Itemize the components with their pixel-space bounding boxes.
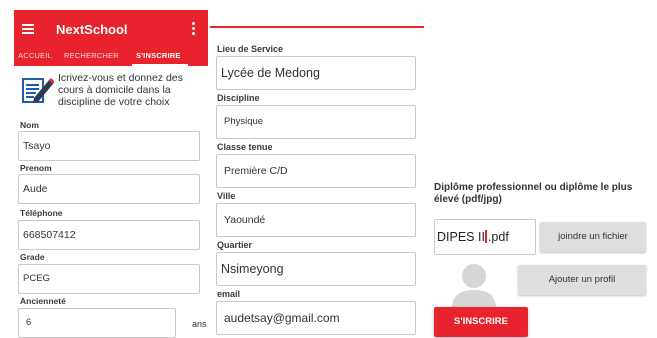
- classe-label: Classe tenue: [217, 142, 273, 152]
- nom-input[interactable]: Tsayo: [18, 131, 200, 161]
- tab-bar: ACCUEIL RECHERCHER S'INSCRIRE: [14, 48, 208, 66]
- app-bar: NextSchool: [14, 10, 208, 48]
- signup-screen-part3: Diplôme professionnel ou diplôme le plus…: [428, 170, 657, 338]
- avatar-placeholder-icon: [452, 264, 496, 308]
- grade-input[interactable]: PCEG: [18, 264, 200, 294]
- tab-accueil[interactable]: ACCUEIL: [18, 51, 52, 60]
- intro-text: Icrivez-vous et donnez des cours à domic…: [58, 72, 183, 108]
- telephone-input[interactable]: 668507412: [18, 220, 200, 250]
- diploma-file-input[interactable]: DIPES II .pdf: [434, 219, 536, 255]
- tab-sinscrire[interactable]: S'INSCRIRE: [136, 51, 181, 60]
- classe-input[interactable]: Première C/D: [216, 154, 416, 188]
- grade-label: Grade: [20, 252, 45, 262]
- anciennete-input[interactable]: 6: [18, 308, 176, 338]
- prenom-input[interactable]: Aude: [18, 174, 200, 204]
- discipline-label: Discipline: [217, 93, 260, 103]
- tab-rechercher[interactable]: RECHERCHER: [64, 51, 119, 60]
- anciennete-suffix: ans: [192, 319, 207, 329]
- active-tab-indicator: [132, 64, 188, 66]
- quartier-input[interactable]: Nsimeyong: [216, 252, 416, 286]
- form-pencil-icon: [22, 78, 54, 103]
- lieu-input[interactable]: Lycée de Medong: [216, 56, 416, 90]
- diploma-title: Diplôme professionnel ou diplôme le plus…: [434, 182, 633, 205]
- prenom-label: Prenom: [20, 163, 52, 173]
- file-name-before-cursor: DIPES II: [437, 230, 485, 244]
- nom-label: Nom: [20, 120, 39, 130]
- top-red-line: [210, 26, 424, 28]
- discipline-input[interactable]: Physique: [216, 105, 416, 139]
- signup-submit-button[interactable]: S'INSCRIRE: [434, 307, 528, 337]
- anciennete-label: Ancienneté: [20, 296, 66, 306]
- signup-screen-part1: NextSchool ACCUEIL RECHERCHER S'INSCRIRE…: [14, 10, 208, 338]
- app-title: NextSchool: [56, 22, 128, 37]
- email-label: email: [217, 289, 241, 299]
- email-input[interactable]: audetsay@gmail.com: [216, 301, 416, 335]
- telephone-label: Téléphone: [20, 208, 63, 218]
- quartier-label: Quartier: [217, 240, 253, 250]
- add-profile-button[interactable]: Ajouter un profil: [518, 265, 646, 295]
- file-name-after-cursor: .pdf: [487, 230, 509, 244]
- attach-file-button[interactable]: joindre un fichier: [540, 222, 646, 252]
- lieu-label: Lieu de Service: [217, 44, 284, 54]
- ville-label: Ville: [217, 191, 236, 201]
- ville-input[interactable]: Yaoundé: [216, 203, 416, 237]
- hamburger-icon[interactable]: [22, 24, 34, 34]
- more-vert-icon[interactable]: [192, 22, 196, 36]
- signup-screen-part2: Lieu de Service Lycée de Medong Discipli…: [210, 26, 424, 338]
